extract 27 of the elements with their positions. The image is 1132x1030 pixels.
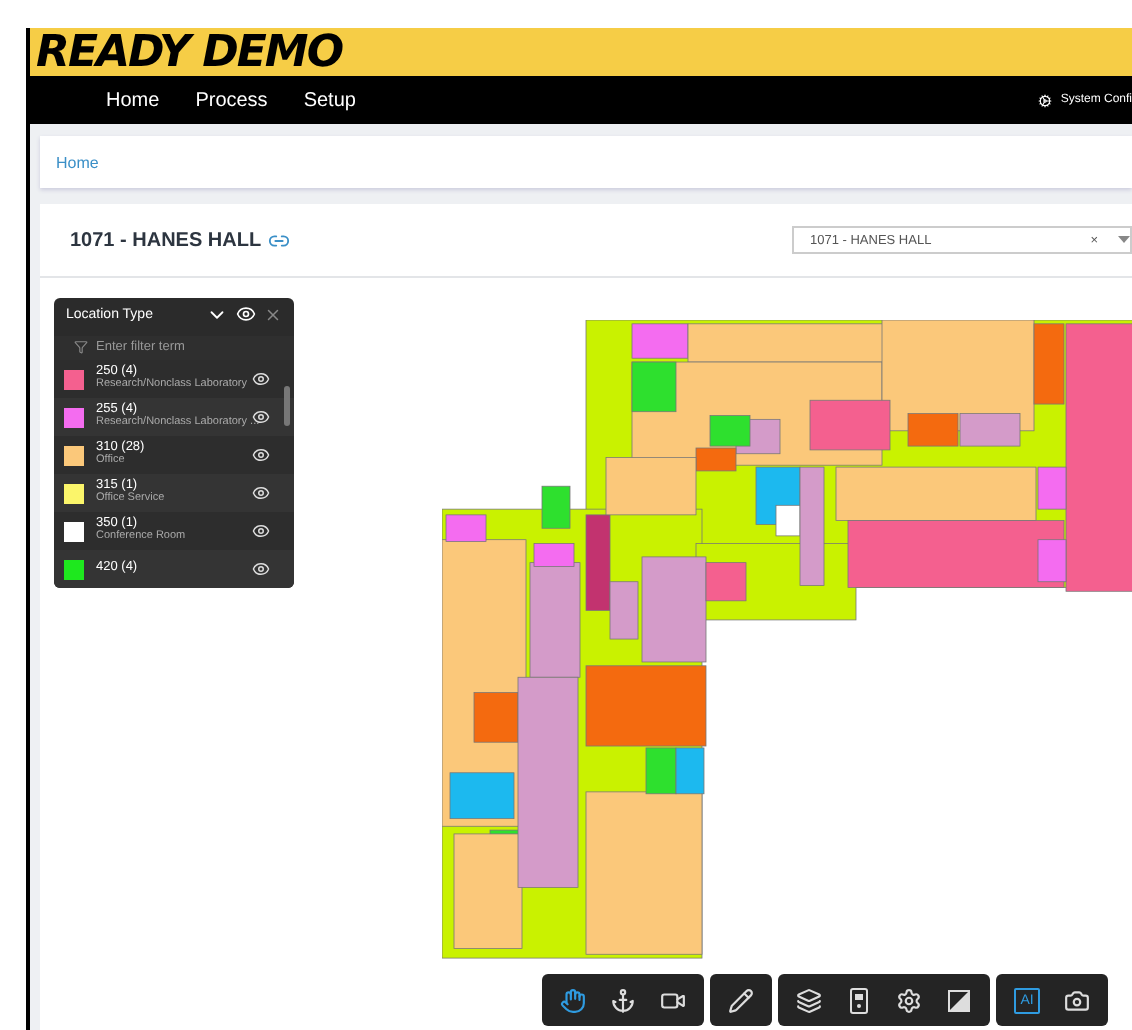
camera-icon (1064, 987, 1090, 1013)
eye-icon[interactable] (252, 446, 270, 464)
eye-icon[interactable] (236, 304, 256, 325)
filter-icon (74, 340, 88, 355)
pencil-icon (728, 987, 754, 1013)
eye-icon[interactable] (252, 484, 270, 502)
nav-link[interactable]: Process (195, 89, 268, 111)
nav-link[interactable]: Home (106, 89, 160, 111)
eye-icon[interactable] (252, 370, 270, 388)
close-icon[interactable] (264, 305, 282, 324)
breadcrumb-link[interactable]: Home (56, 153, 99, 171)
layers-icon (796, 987, 822, 1013)
caret-icon (1118, 236, 1130, 244)
settings-icon (1038, 93, 1053, 107)
contrast-icon (948, 989, 970, 1011)
scrollbar[interactable] (284, 386, 290, 426)
remote-icon (850, 987, 868, 1013)
nav-link[interactable]: Setup (303, 89, 356, 111)
anchor-icon (610, 987, 636, 1013)
building-title: 1071 - HANES HALL (70, 229, 262, 251)
video-camera-icon (660, 987, 686, 1013)
eye-icon[interactable] (252, 522, 270, 540)
brand-logo: READY DEMO (36, 27, 343, 77)
eye-icon[interactable] (252, 560, 270, 578)
settings-icon (896, 987, 922, 1013)
eye-icon[interactable] (252, 408, 270, 426)
hand-icon (560, 987, 586, 1013)
